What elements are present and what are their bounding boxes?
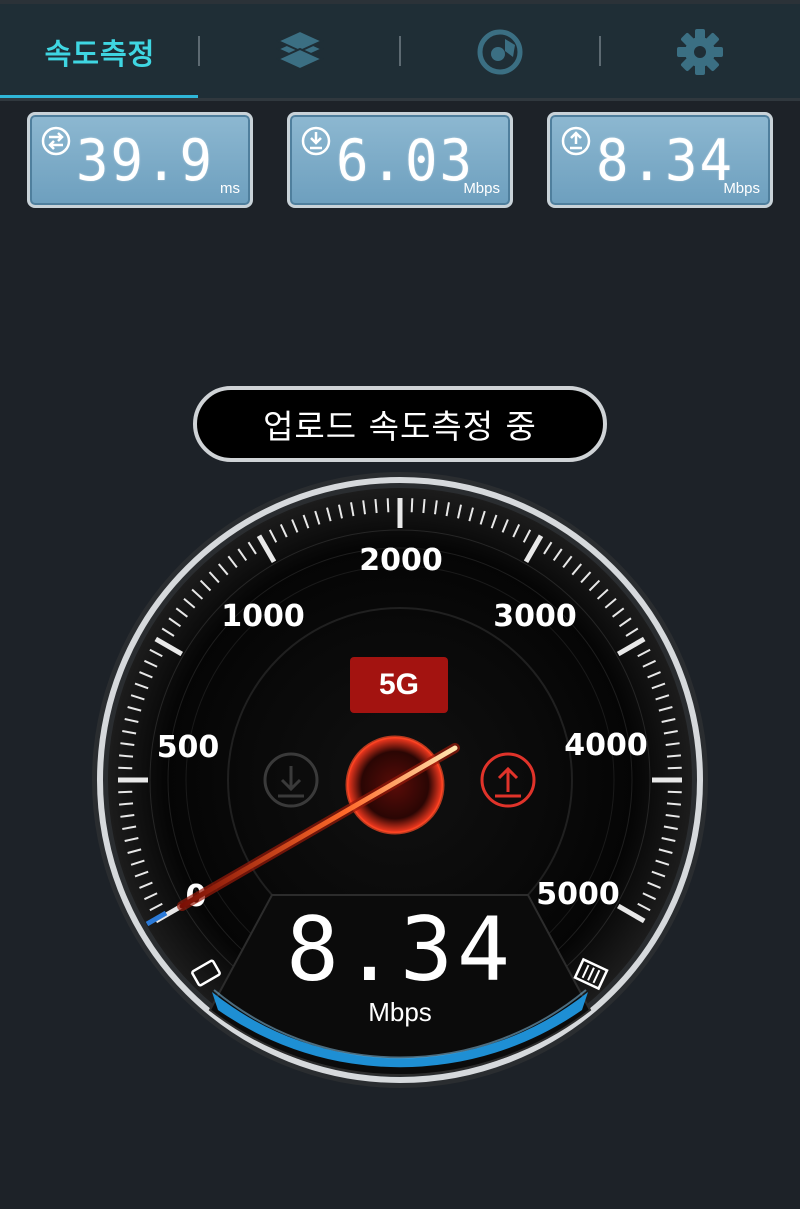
tab-coverage[interactable] xyxy=(400,4,600,100)
tab-bar-divider xyxy=(0,98,800,101)
network-type-badge: 5G xyxy=(350,657,448,713)
minor-tick xyxy=(118,754,134,758)
gear-icon xyxy=(677,29,723,75)
tab-bar: 속도측정 xyxy=(0,0,800,100)
upload-icon xyxy=(561,126,591,156)
scale-label-2000: 2000 xyxy=(359,543,443,578)
upload-stat-box: 8.34 Mbps xyxy=(547,112,773,208)
scale-label-500: 500 xyxy=(157,730,220,765)
current-speed-unit: Mbps xyxy=(368,997,432,1027)
tab-settings[interactable] xyxy=(600,4,800,100)
scale-label-5000: 5000 xyxy=(536,877,620,912)
ping-exchange-icon xyxy=(41,126,71,156)
upload-value: 8.34 xyxy=(595,127,735,194)
minor-tick xyxy=(386,498,390,513)
minor-tick xyxy=(410,498,414,513)
coverage-map-icon xyxy=(477,29,523,75)
ping-unit: ms xyxy=(220,180,240,197)
download-value: 6.03 xyxy=(335,127,475,194)
download-icon xyxy=(301,126,331,156)
status-text: 업로드 속도측정 중 xyxy=(263,407,537,446)
minor-tick xyxy=(666,802,682,806)
scale-label-1000: 1000 xyxy=(221,599,305,634)
layers-icon xyxy=(275,29,325,71)
minor-tick xyxy=(666,754,682,758)
download-stat-box: 6.03 Mbps xyxy=(287,112,513,208)
minor-tick xyxy=(118,766,133,770)
ping-value: 39.9 xyxy=(75,127,215,194)
minor-tick xyxy=(667,766,682,770)
download-unit: Mbps xyxy=(463,180,500,197)
minor-tick xyxy=(667,790,682,794)
tab-speed-test[interactable]: 속도측정 xyxy=(0,4,200,100)
upload-unit: Mbps xyxy=(723,180,760,197)
tab-speed-test-label: 속도측정 xyxy=(44,37,156,71)
current-speed-value: 8.34 xyxy=(286,898,514,1001)
ping-stat-box: 39.9 ms xyxy=(27,112,253,208)
scale-label-4000: 4000 xyxy=(564,728,648,763)
minor-tick xyxy=(422,498,426,514)
minor-tick xyxy=(118,802,134,806)
minor-tick xyxy=(374,498,378,514)
minor-tick xyxy=(118,790,133,794)
tab-history[interactable] xyxy=(200,4,400,100)
scale-label-3000: 3000 xyxy=(493,599,577,634)
status-pill: 업로드 속도측정 중 xyxy=(193,386,607,462)
